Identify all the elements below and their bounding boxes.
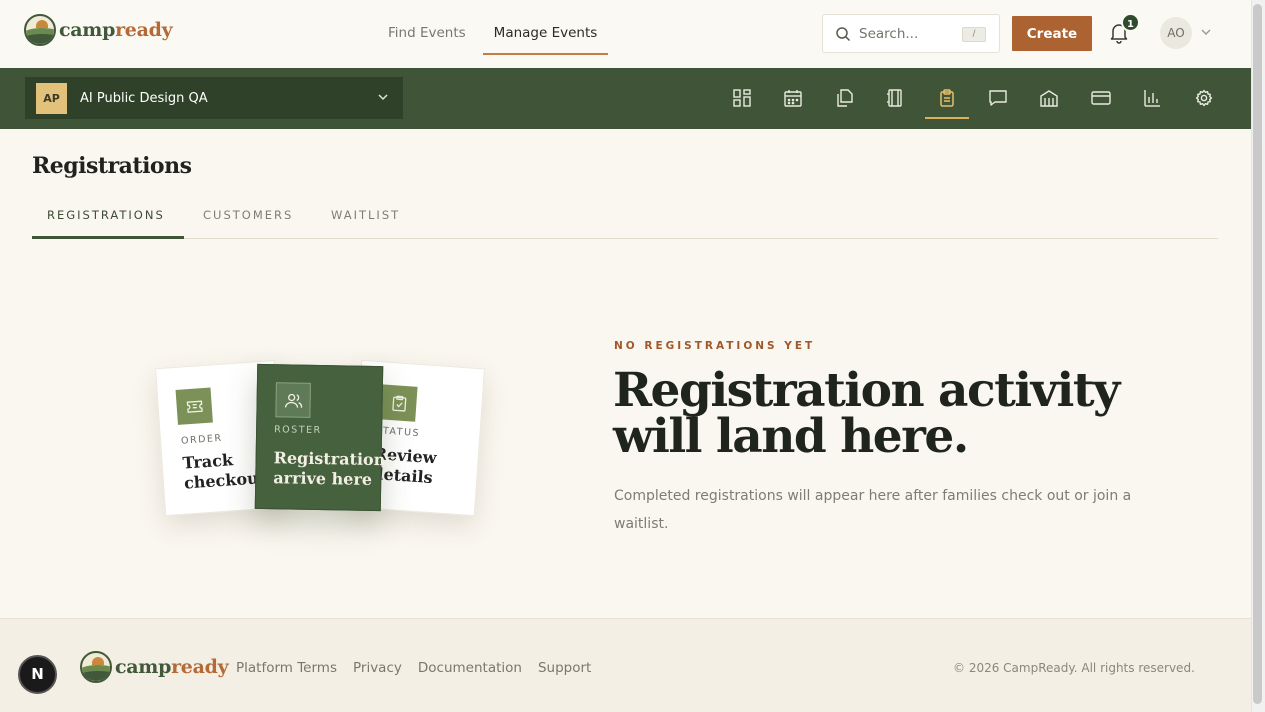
building-icon[interactable] xyxy=(1032,86,1066,110)
bar-chart-icon[interactable] xyxy=(1135,86,1169,110)
logo-mark-icon xyxy=(80,651,112,683)
copyright-text: © 2026 CampReady. All rights reserved. xyxy=(953,661,1195,675)
create-button[interactable]: Create xyxy=(1012,16,1092,51)
footer-link-terms[interactable]: Platform Terms xyxy=(236,660,337,676)
dashboard-icon[interactable] xyxy=(725,86,759,110)
calendar-icon[interactable] xyxy=(776,86,810,110)
user-avatar[interactable]: AO xyxy=(1160,17,1192,49)
message-icon[interactable] xyxy=(981,86,1015,110)
search-icon xyxy=(836,26,851,41)
chevron-down-icon xyxy=(378,94,388,101)
nav-manage-events[interactable]: Manage Events xyxy=(482,0,609,55)
card-text: Registrations arrive here xyxy=(273,448,395,489)
organization-selector[interactable]: AP AI Public Design QA xyxy=(25,77,403,119)
page-title: Registrations xyxy=(32,153,192,179)
logo-mark-icon xyxy=(24,14,56,46)
event-toolbar: AP AI Public Design QA xyxy=(0,68,1251,129)
search-placeholder: Search... xyxy=(859,25,919,42)
search-input[interactable]: Search... / xyxy=(822,14,1000,53)
notification-count-badge: 1 xyxy=(1121,13,1140,32)
empty-state-description: Completed registrations will appear here… xyxy=(614,488,1132,532)
gear-icon[interactable] xyxy=(1187,86,1221,110)
clipboard-check-icon xyxy=(380,384,418,422)
search-shortcut-hint: / xyxy=(962,27,986,42)
nav-find-events[interactable]: Find Events xyxy=(388,0,466,55)
footer-link-documentation[interactable]: Documentation xyxy=(418,660,522,676)
users-icon xyxy=(275,382,311,418)
footer-links: Platform Terms Privacy Documentation Sup… xyxy=(236,660,607,676)
footer-logo[interactable]: campready xyxy=(80,651,229,683)
org-name: AI Public Design QA xyxy=(80,90,208,106)
active-tab-underline xyxy=(32,236,184,239)
dev-tools-badge[interactable]: N xyxy=(18,655,57,694)
empty-state-eyebrow: NO REGISTRATIONS YET xyxy=(614,340,816,352)
registration-tabs: REGISTRATIONS CUSTOMERS WAITLIST xyxy=(32,192,1218,239)
illustration-card-roster: ROSTER Registrations arrive here xyxy=(254,363,395,512)
top-header: campready Find Events Manage Events Sear… xyxy=(0,0,1251,68)
copy-icon[interactable] xyxy=(827,86,861,110)
credit-card-icon[interactable] xyxy=(1084,86,1118,110)
tab-registrations[interactable]: REGISTRATIONS xyxy=(47,208,165,222)
footer-link-privacy[interactable]: Privacy xyxy=(353,660,402,676)
card-label: ROSTER xyxy=(274,424,322,437)
scrollbar-thumb[interactable] xyxy=(1253,4,1262,704)
tab-customers[interactable]: CUSTOMERS xyxy=(203,208,293,222)
notebook-icon[interactable] xyxy=(878,86,912,110)
logo-wordmark: campready xyxy=(115,656,229,678)
clipboard-icon[interactable] xyxy=(930,86,964,110)
card-label: ORDER xyxy=(180,432,223,447)
main-nav: Find Events Manage Events xyxy=(388,0,636,68)
tab-waitlist[interactable]: WAITLIST xyxy=(331,208,400,222)
footer-link-support[interactable]: Support xyxy=(538,660,591,676)
campready-logo[interactable]: campready xyxy=(24,14,173,46)
org-initials-badge: AP xyxy=(36,82,67,114)
chevron-down-icon[interactable] xyxy=(1200,28,1212,36)
logo-wordmark: campready xyxy=(59,19,173,41)
empty-state-headline: Registration activity will land here. xyxy=(613,363,1120,464)
active-tool-indicator xyxy=(925,117,969,119)
ticket-icon xyxy=(175,387,213,425)
